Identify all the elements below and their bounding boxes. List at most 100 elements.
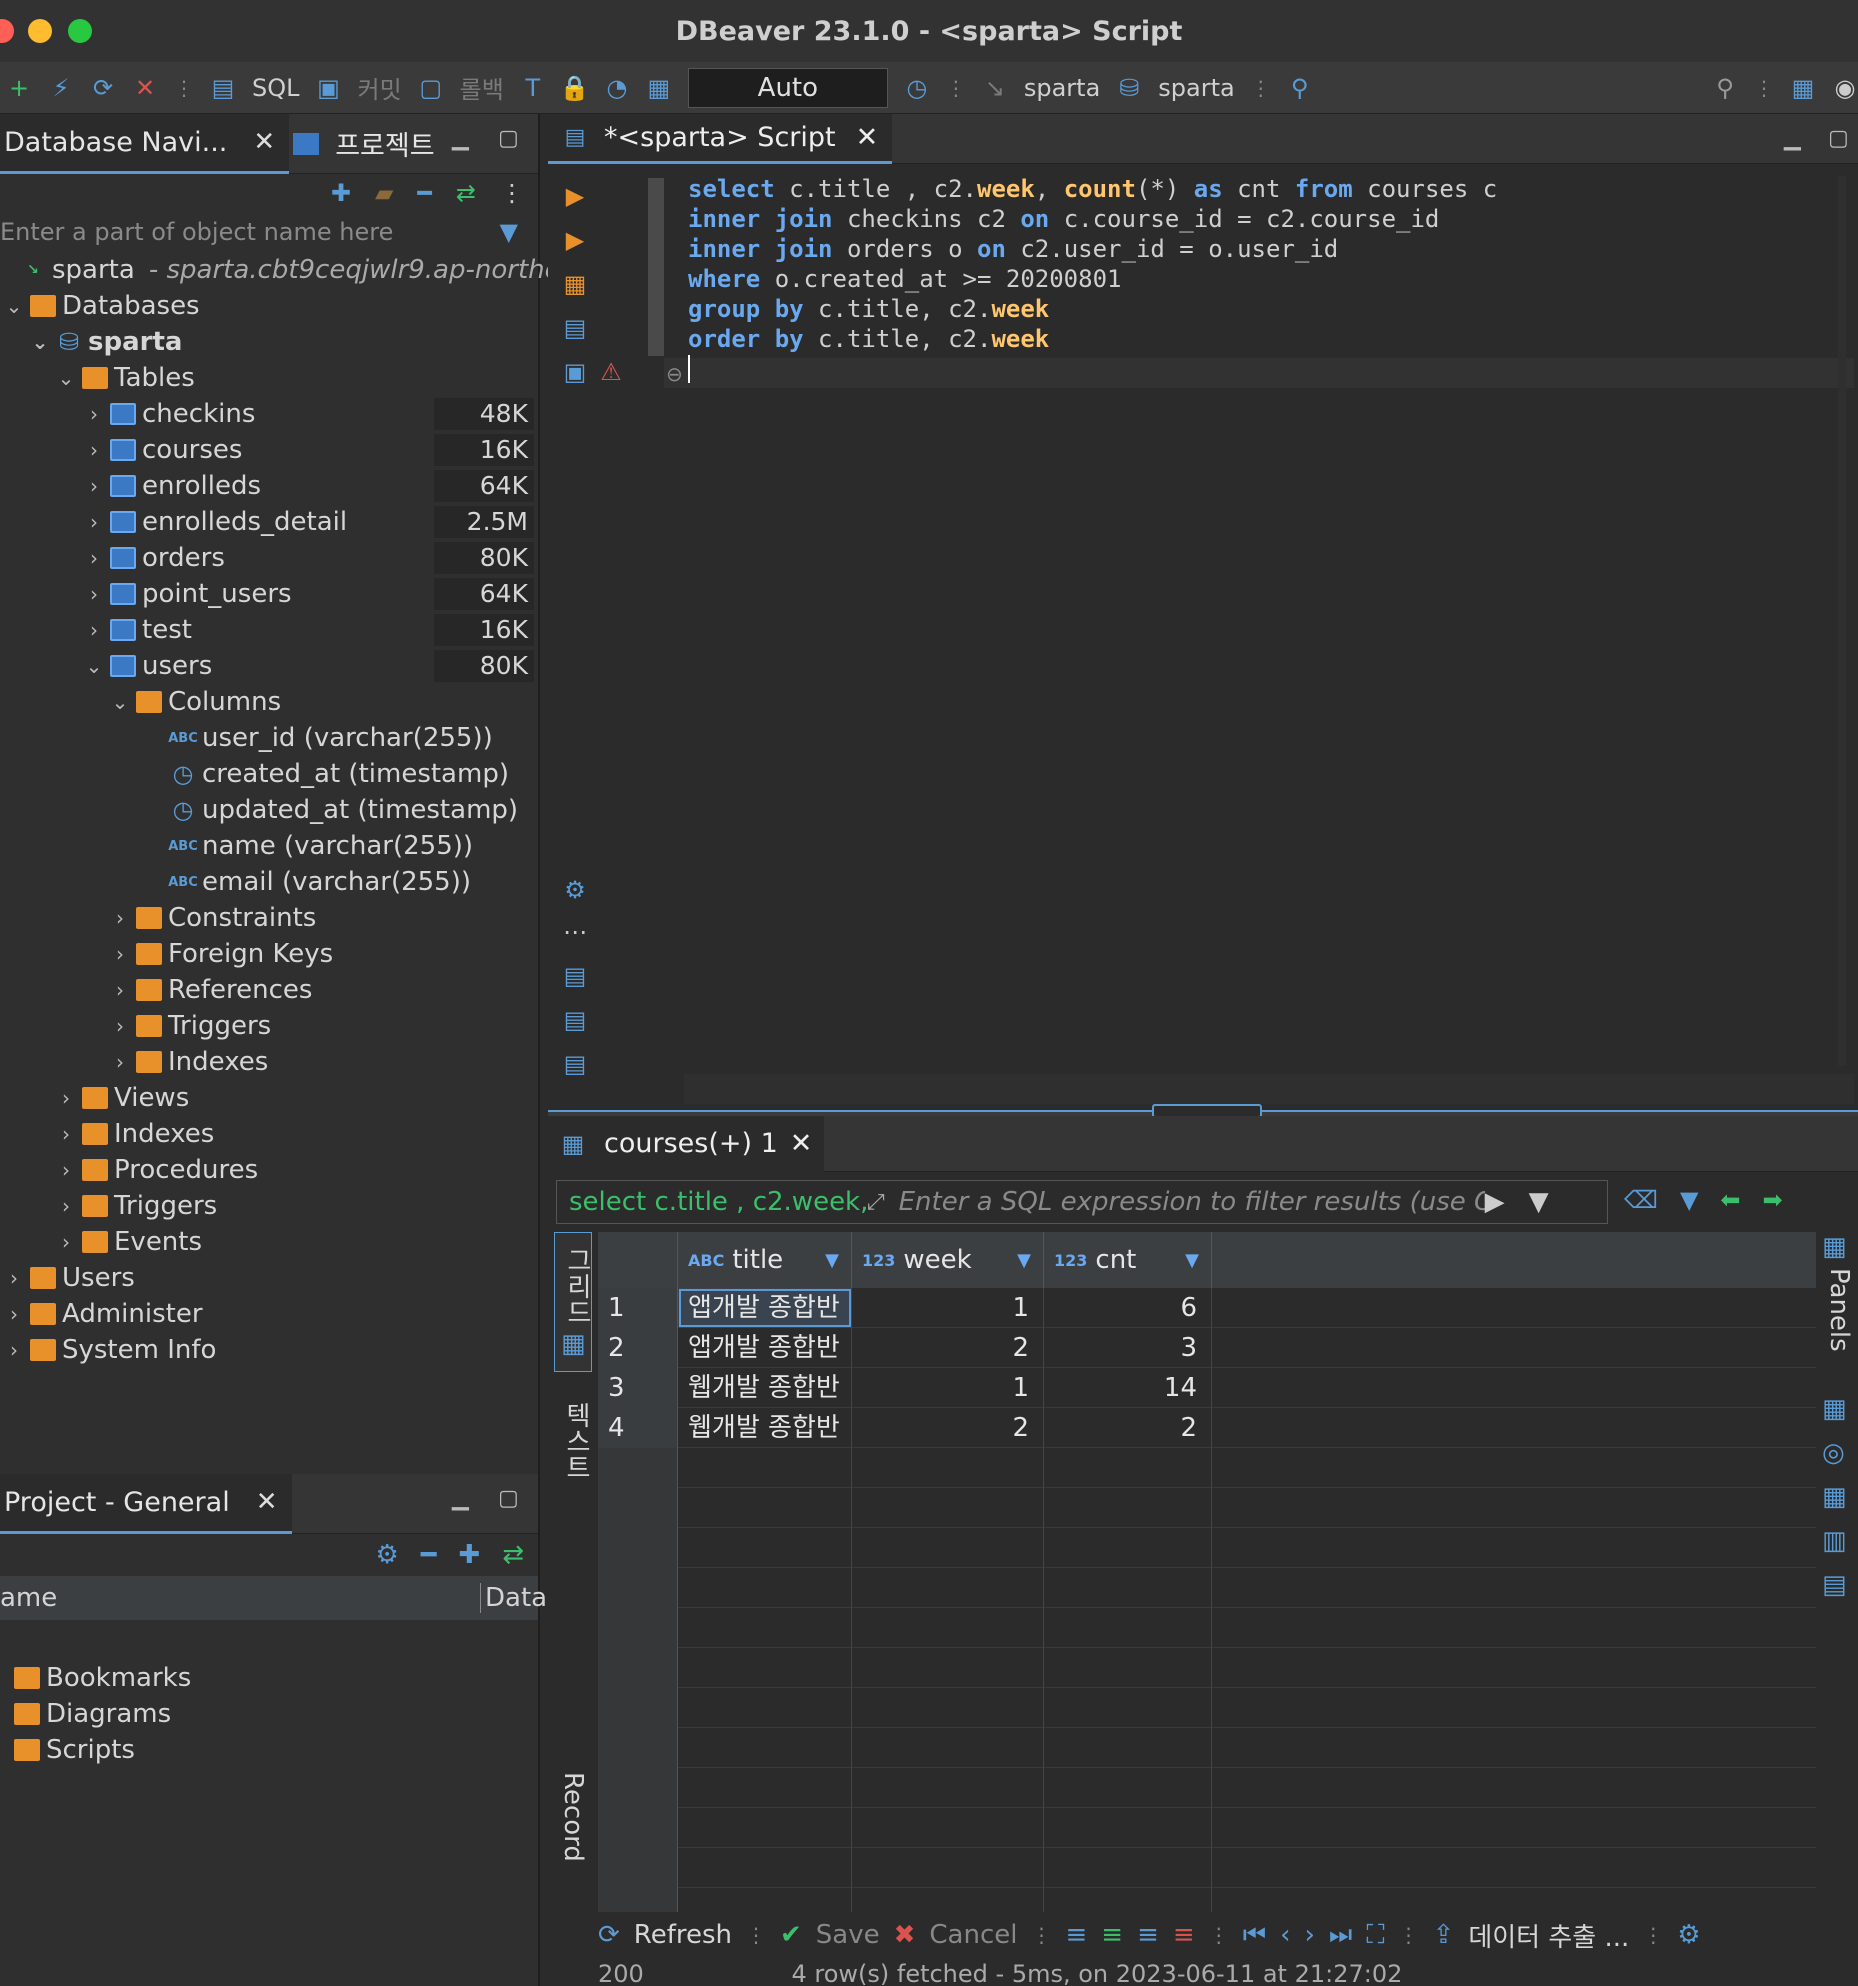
global-search-icon[interactable]: ⚲ (1712, 74, 1738, 102)
column-header-week[interactable]: 123 week ▼ (852, 1232, 1044, 1288)
project-item-bookmarks[interactable]: Bookmarks (14, 1660, 191, 1696)
fetch-size-input[interactable]: 200 (598, 1960, 644, 1986)
commit-icon[interactable]: ▣ (316, 74, 342, 102)
terminal-icon[interactable]: ▣ (562, 358, 588, 386)
tree-column[interactable]: ABC email (varchar(255)) (168, 864, 471, 900)
transaction-icon[interactable]: T (520, 74, 546, 102)
link-editor-icon[interactable]: ⇄ (456, 179, 476, 207)
tree-databases[interactable]: ⌄ Databases (4, 288, 200, 324)
panels-icon[interactable]: ▦ (1822, 1232, 1847, 1262)
chevron-down-icon[interactable]: ⌄ (56, 366, 76, 390)
tree-column[interactable]: ABC user_id (varchar(255)) (168, 720, 493, 756)
search-icon[interactable]: ⚲ (1287, 74, 1313, 102)
navigator-filter[interactable]: Enter a part of object name here ▼ (0, 212, 538, 252)
rollback-button[interactable]: 롤백 (460, 70, 504, 105)
column-header-data[interactable]: Data (480, 1583, 547, 1613)
next-page-icon[interactable]: › (1305, 1920, 1315, 1950)
add-icon[interactable]: ✚ (458, 1540, 480, 1570)
chevron-down-icon[interactable]: ⌄ (110, 690, 130, 714)
commit-button[interactable]: 커밋 (358, 70, 402, 105)
collapse-all-icon[interactable]: ━ (417, 179, 431, 207)
navigator-filter-input[interactable]: Enter a part of object name here (0, 218, 393, 246)
tree-system-info[interactable]: › System Info (4, 1332, 216, 1368)
cell-title[interactable]: 웹개발 종합반 (678, 1408, 852, 1448)
chevron-right-icon[interactable]: › (56, 1086, 76, 1110)
new-connection-icon[interactable]: ✚ (331, 179, 351, 207)
sort-icon[interactable]: ▼ (825, 1250, 839, 1271)
last-page-icon[interactable]: ⏭ (1329, 1920, 1352, 1951)
chevron-right-icon[interactable]: › (84, 546, 104, 570)
fold-icon[interactable]: ⊖ (666, 362, 683, 386)
menu-icon[interactable]: ⋮ (500, 179, 524, 207)
reconnect-icon[interactable]: ⟳ (90, 74, 116, 102)
chevron-down-icon[interactable]: ⌄ (84, 654, 104, 678)
history-icon[interactable]: ◷ (904, 74, 930, 102)
copy-row-icon[interactable]: ≡ (1137, 1920, 1159, 1950)
avatar[interactable]: ◉ (1832, 74, 1858, 102)
add-row-icon[interactable]: ≡ (1101, 1920, 1123, 1950)
sql-code[interactable]: select c.title , c2.week, count(*) as cn… (688, 174, 1497, 384)
cell-cnt[interactable]: 3 (1044, 1328, 1212, 1368)
chevron-right-icon[interactable]: › (56, 1122, 76, 1146)
export-icon[interactable]: ▤ (562, 962, 588, 990)
tree-db-sparta[interactable]: ⌄ ⛁ sparta (30, 324, 183, 360)
save-button[interactable]: Save (816, 1920, 880, 1950)
tree-triggers[interactable]: › Triggers (110, 1008, 271, 1044)
gear-icon[interactable]: ⚙ (375, 1540, 398, 1570)
tree-column[interactable]: ◷ updated_at (timestamp) (170, 792, 519, 828)
panels-tab[interactable]: Panels (1824, 1268, 1854, 1352)
disconnect-icon[interactable]: ✕ (132, 74, 158, 102)
connect-icon[interactable]: ⚡ (48, 74, 74, 102)
calendar-icon[interactable]: ▦ (1822, 1482, 1847, 1512)
tree-table-users[interactable]: ⌄ users (84, 648, 213, 684)
table-row[interactable]: 1 앱개발 종합반 1 6 (598, 1288, 1816, 1328)
close-icon[interactable]: ✕ (790, 1128, 813, 1159)
chevron-right-icon[interactable]: › (110, 906, 130, 930)
project-item-scripts[interactable]: Scripts (14, 1732, 135, 1768)
filter-history-icon[interactable]: ▼ (1529, 1187, 1549, 1217)
more-icon[interactable]: ⋯ (562, 918, 588, 946)
chevron-right-icon[interactable]: › (56, 1230, 76, 1254)
execute-script-icon[interactable]: ▦ (562, 270, 588, 298)
tree-table-orders[interactable]: › orders (84, 540, 225, 576)
chevron-right-icon[interactable]: › (110, 1014, 130, 1038)
tree-procedures[interactable]: › Procedures (56, 1152, 258, 1188)
tree-users[interactable]: › Users (4, 1260, 135, 1296)
minimize-icon[interactable]: ▁ (452, 126, 469, 151)
refresh-icon[interactable]: ⟳ (598, 1920, 620, 1950)
metadata-icon[interactable]: ◎ (1822, 1438, 1845, 1468)
column-header-name[interactable]: ame (0, 1583, 57, 1613)
new-folder-icon[interactable]: ▰ (375, 179, 393, 207)
cell-title[interactable]: 웹개발 종합반 (678, 1368, 852, 1408)
filter-icon[interactable]: ▼ (500, 218, 518, 246)
gauge-icon[interactable]: ◔ (604, 74, 630, 102)
horizontal-scrollbar[interactable] (684, 1074, 1854, 1104)
transaction-mode-select[interactable]: Auto (687, 67, 888, 108)
first-page-icon[interactable]: ⏮ (1243, 1920, 1266, 1951)
cell-cnt[interactable]: 2 (1044, 1408, 1212, 1448)
active-schema-select[interactable]: sparta (1158, 74, 1234, 102)
chevron-right-icon[interactable]: › (84, 582, 104, 606)
tab-database-navigator[interactable]: Database Navi... ✕ (0, 113, 290, 174)
chevron-right-icon[interactable]: › (4, 1266, 24, 1290)
chevron-right-icon[interactable]: › (4, 1338, 24, 1362)
tree-table-enrolleds[interactable]: › enrolleds (84, 468, 261, 504)
project-item-diagrams[interactable]: Diagrams (14, 1696, 171, 1732)
active-datasource-select[interactable]: sparta (1024, 74, 1100, 102)
gear-icon[interactable]: ⚙ (1677, 1920, 1700, 1950)
minimize-window-button[interactable] (28, 19, 52, 43)
apply-filter-icon[interactable]: ▶ (1485, 1187, 1505, 1217)
sort-icon[interactable]: ▼ (1017, 1250, 1031, 1271)
cell-cnt[interactable]: 6 (1044, 1288, 1212, 1328)
delete-row-icon[interactable]: ≡ (1173, 1920, 1195, 1950)
chevron-right-icon[interactable]: › (56, 1158, 76, 1182)
tree-table-courses[interactable]: › courses (84, 432, 242, 468)
results-filter-bar[interactable]: select c.title , c2.week, ⤢ Enter a SQL … (556, 1180, 1608, 1224)
sql-button[interactable]: SQL (252, 74, 300, 102)
tab-sparta-script[interactable]: ▤ *<sparta> Script ✕ (548, 113, 893, 164)
forward-icon[interactable]: ➡ (1763, 1186, 1783, 1214)
tab-record[interactable]: Record (554, 1772, 592, 1922)
chevron-right-icon[interactable]: › (84, 474, 104, 498)
column-header-title[interactable]: ABC title ▼ (678, 1232, 852, 1288)
refresh-button[interactable]: Refresh (634, 1920, 732, 1950)
